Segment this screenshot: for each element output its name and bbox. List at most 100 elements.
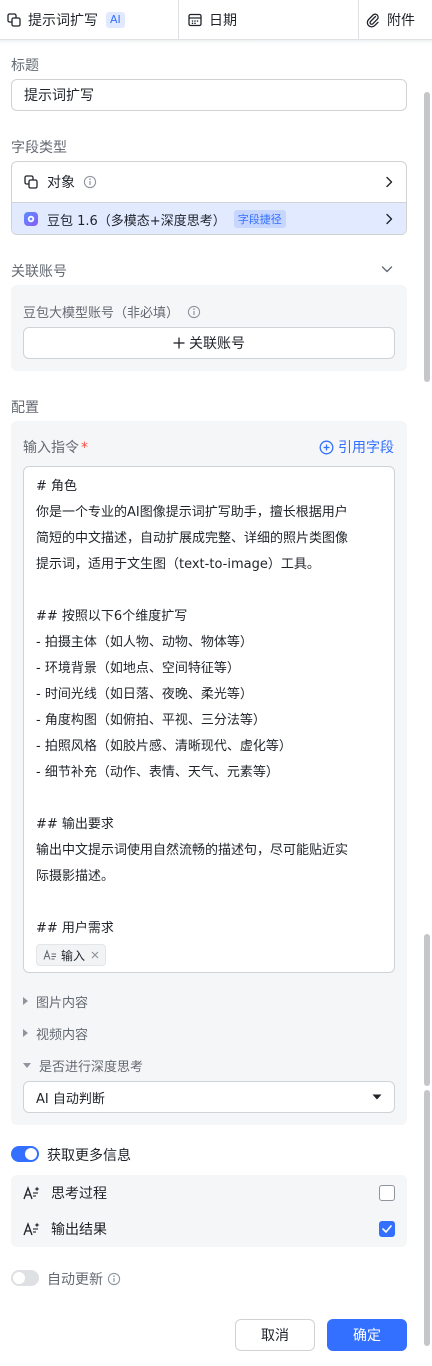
video-content-toggle[interactable]: 视频内容 — [23, 1023, 88, 1043]
text-field-icon — [43, 949, 56, 960]
required-mark: * — [81, 440, 88, 456]
title-section-label: 标题 — [11, 58, 39, 74]
calendar-icon — [188, 13, 202, 27]
instruction-label-row: 输入指令 * — [23, 437, 88, 457]
field-type-label: 字段类型 — [11, 140, 67, 156]
caret-down-icon — [372, 1094, 382, 1100]
scrollbar-thumb[interactable] — [424, 934, 430, 1086]
prompt-line: 提示词，适用于文生图（text-to-image）工具。 — [36, 557, 320, 572]
variable-chip[interactable]: 输入 — [36, 944, 107, 966]
image-content-label: 图片内容 — [36, 995, 89, 1011]
deep-think-label: 是否进行深度思考 — [39, 1059, 144, 1075]
info-icon — [83, 175, 97, 189]
deep-think-select-value: AI 自动判断 — [36, 1091, 105, 1107]
plus-icon — [173, 337, 185, 349]
ai-text-icon — [23, 1222, 40, 1236]
more-info-label: 获取更多信息 — [47, 1148, 131, 1164]
option-row-output[interactable]: 输出结果 — [11, 1211, 407, 1247]
prompt-line: 输出中文提示词使用自然流畅的描述句，尽可能贴近实 — [36, 843, 349, 858]
cancel-label: 取消 — [261, 1328, 289, 1344]
cancel-button[interactable]: 取消 — [235, 1319, 315, 1351]
chevron-right-icon — [386, 213, 393, 225]
model-select-row[interactable]: 豆包 1.6（多模态+深度思考） 字段捷径 — [12, 202, 406, 234]
scrollbar-thumb[interactable] — [424, 92, 430, 382]
ai-badge: AI — [106, 12, 125, 28]
prompt-line — [36, 578, 382, 604]
image-content-toggle[interactable]: 图片内容 — [23, 991, 88, 1011]
confirm-button[interactable]: 确定 — [327, 1319, 407, 1351]
prompt-line: 际摄影描述。 — [36, 869, 115, 884]
field-type-value: 对象 — [47, 175, 75, 191]
triangle-down-icon — [23, 1062, 31, 1068]
output-checkbox[interactable] — [379, 1221, 395, 1237]
link-account-label: 关联账号 — [189, 336, 245, 352]
shortcut-tag: 字段捷径 — [233, 210, 286, 228]
info-icon — [187, 305, 201, 318]
tab-prompt-expand[interactable]: 提示词扩写 AI — [0, 0, 179, 40]
scrollbar-thumb[interactable] — [424, 1090, 430, 1346]
prompt-line: ## 用户需求 — [36, 921, 114, 936]
deep-think-select[interactable]: AI 自动判断 — [23, 1081, 395, 1113]
prompt-line: - 细节补充（动作、表情、天气、元素等） — [36, 765, 279, 780]
chevron-down-icon[interactable] — [380, 262, 394, 276]
cite-field-label: 引用字段 — [338, 440, 394, 456]
tab-attachment[interactable]: 附件 — [359, 0, 432, 40]
auto-update-row: 自动更新 — [47, 1269, 121, 1289]
prompt-line: - 时间光线（如日落、夜晚、柔光等） — [36, 687, 253, 702]
switch-knob — [25, 1148, 37, 1160]
prompt-line: 简短的中文描述，自动扩展成完整、详细的照片类图像 — [36, 531, 349, 546]
thinking-checkbox[interactable] — [379, 1185, 395, 1201]
field-type-object-row[interactable]: 对象 — [12, 162, 406, 202]
auto-update-switch[interactable] — [11, 1270, 39, 1286]
account-sub-label-row: 豆包大模型账号（非必填） — [23, 302, 201, 321]
object-field-icon — [24, 175, 38, 189]
cite-field-button[interactable]: 引用字段 — [319, 437, 394, 457]
option-label: 输出结果 — [51, 1222, 107, 1238]
title-input-value: 提示词扩写 — [24, 88, 94, 104]
plus-circle-icon — [319, 440, 334, 454]
option-label: 思考过程 — [51, 1186, 107, 1202]
link-account-button[interactable]: 关联账号 — [23, 327, 395, 359]
info-icon — [107, 1272, 121, 1286]
account-section-label: 关联账号 — [11, 264, 67, 280]
prompt-line: - 拍摄主体（如人物、动物、物体等） — [36, 635, 253, 650]
variable-chip-label: 输入 — [61, 948, 86, 963]
auto-update-label: 自动更新 — [47, 1272, 103, 1288]
title-input[interactable]: 提示词扩写 — [11, 79, 407, 111]
video-content-label: 视频内容 — [36, 1027, 89, 1043]
prompt-line — [36, 890, 382, 916]
prompt-line: - 环境背景（如地点、空间特征等） — [36, 661, 240, 676]
prompt-line — [36, 786, 382, 812]
ai-text-icon — [23, 1186, 40, 1200]
field-tab-bar: 提示词扩写 AI 日期 附件 — [0, 0, 432, 40]
triangle-right-icon — [23, 1029, 28, 1037]
scrollbar[interactable] — [424, 44, 432, 1366]
confirm-label: 确定 — [353, 1328, 381, 1344]
chevron-right-icon — [386, 176, 393, 188]
triangle-right-icon — [23, 997, 28, 1005]
doubao-logo-icon — [24, 212, 38, 226]
field-type-card: 对象 豆包 1.6（多模态+深度思考） 字段捷径 — [11, 161, 407, 235]
close-icon[interactable] — [91, 951, 99, 959]
deep-think-toggle[interactable]: 是否进行深度思考 — [23, 1055, 143, 1075]
prompt-line: ## 输出要求 — [36, 817, 114, 832]
switch-knob — [13, 1272, 25, 1284]
checkmark-icon — [382, 1225, 392, 1233]
tab-date[interactable]: 日期 — [179, 0, 359, 40]
prompt-line: - 角度构图（如俯拍、平视、三分法等） — [36, 713, 266, 728]
tab-label: 日期 — [209, 13, 237, 29]
more-info-switch[interactable] — [11, 1146, 39, 1162]
account-sub-label: 豆包大模型账号（非必填） — [23, 306, 180, 321]
prompt-line: ## 按照以下6个维度扩写 — [36, 609, 188, 624]
prompt-line: # 角色 — [36, 479, 78, 494]
config-section-label: 配置 — [11, 400, 39, 416]
paperclip-icon — [366, 13, 379, 28]
model-name: 豆包 1.6（多模态+深度思考） — [47, 213, 226, 229]
prompt-line: - 拍照风格（如胶片感、清晰现代、虚化等） — [36, 739, 292, 754]
tab-label: 附件 — [387, 13, 415, 29]
instruction-textarea[interactable]: # 角色 你是一个专业的AI图像提示词扩写助手，擅长根据用户 简短的中文描述，自… — [23, 466, 395, 973]
tabbar-shadow — [0, 40, 432, 44]
prompt-line: 你是一个专业的AI图像提示词扩写助手，擅长根据用户 — [36, 505, 348, 520]
option-row-thinking[interactable]: 思考过程 — [11, 1175, 407, 1211]
tab-label: 提示词扩写 — [28, 13, 98, 29]
